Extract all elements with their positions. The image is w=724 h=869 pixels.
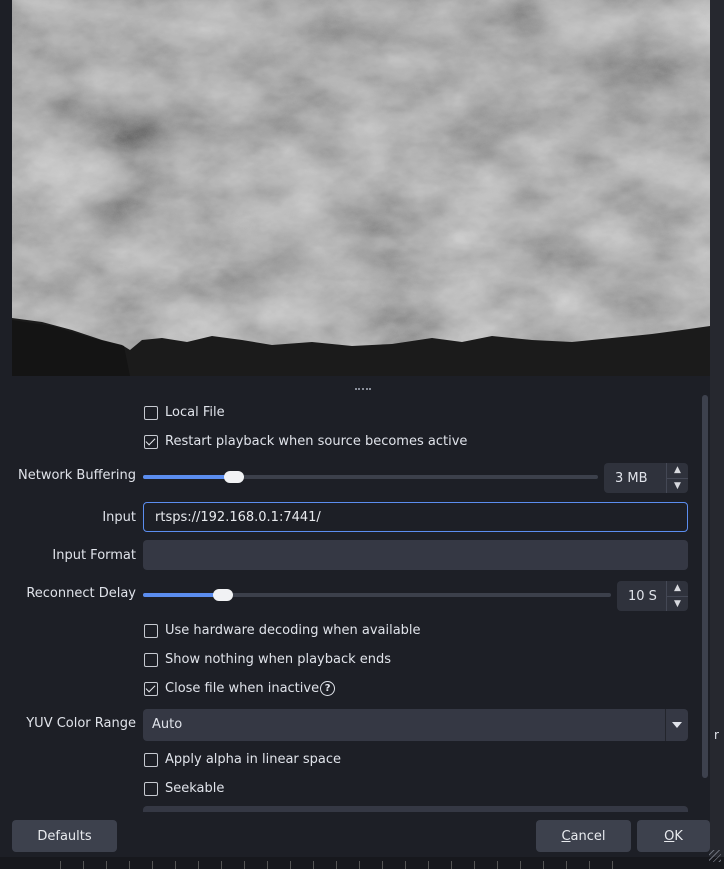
cancel-button-label: Cancel [561, 828, 606, 844]
yuv-color-range-label: YUV Color Range [26, 716, 136, 731]
ok-button[interactable]: OK [637, 820, 710, 852]
checkbox-box[interactable] [144, 681, 158, 696]
checkbox-box[interactable] [144, 434, 158, 449]
reconnect-delay-label: Reconnect Delay [26, 586, 136, 601]
input-format-field[interactable] [143, 540, 688, 570]
background-window-edge: r [710, 0, 724, 869]
background-timeline [0, 857, 724, 869]
reconnect-delay-slider[interactable] [143, 586, 611, 604]
help-circle-icon[interactable]: ? [320, 681, 336, 696]
checkbox-label: Restart playback when source becomes act… [165, 434, 468, 449]
checkbox-label: Close file when inactive [165, 681, 320, 696]
spinbox-value[interactable]: 10 S [617, 589, 666, 604]
input-url-value[interactable]: rtsps://192.168.0.1:7441/ [155, 510, 321, 525]
checkbox-box[interactable] [144, 652, 158, 667]
show-nothing-checkbox[interactable]: Show nothing when playback ends [144, 652, 391, 667]
seekable-checkbox[interactable]: Seekable [144, 781, 224, 796]
checkbox-box[interactable] [144, 781, 158, 796]
slider-handle[interactable] [224, 471, 244, 483]
local-file-checkbox[interactable]: Local File [144, 405, 225, 420]
checkbox-label: Seekable [165, 781, 225, 796]
checkbox-label: Use hardware decoding when available [165, 623, 421, 638]
network-buffering-label: Network Buffering [18, 468, 136, 483]
hw-decoding-checkbox[interactable]: Use hardware decoding when available [144, 623, 421, 638]
checkbox-label: Local File [165, 405, 225, 420]
scrollbar-thumb[interactable] [702, 395, 708, 778]
slider-fill [143, 475, 234, 479]
defaults-button[interactable]: Defaults [12, 820, 117, 852]
alpha-linear-checkbox[interactable]: Apply alpha in linear space [144, 752, 341, 767]
input-url-field[interactable]: rtsps://192.168.0.1:7441/ [143, 502, 688, 532]
network-buffering-slider[interactable] [143, 468, 598, 486]
video-preview [12, 0, 710, 376]
network-buffering-spinbox[interactable]: 3 MB ▲ ▼ [604, 463, 688, 493]
input-label: Input [102, 510, 136, 525]
spinbox-arrows[interactable]: ▲ ▼ [666, 581, 688, 611]
chevron-down-icon[interactable]: ▼ [666, 596, 688, 611]
checkbox-box[interactable] [144, 623, 158, 638]
background-text-fragment: r [714, 728, 719, 742]
checkbox-box[interactable] [144, 405, 158, 420]
spinbox-arrows[interactable]: ▲ ▼ [666, 463, 688, 493]
resize-grip-icon[interactable] [709, 850, 721, 862]
checkbox-label: Show nothing when playback ends [165, 652, 392, 667]
reconnect-delay-spinbox[interactable]: 10 S ▲ ▼ [617, 581, 688, 611]
close-inactive-checkbox[interactable]: Close file when inactive ? [144, 681, 336, 696]
chevron-up-icon[interactable]: ▲ [666, 581, 688, 597]
yuv-color-range-select[interactable]: Auto [143, 709, 688, 741]
timeline-ruler [60, 861, 620, 869]
slider-fill [143, 593, 223, 597]
preview-image [12, 0, 710, 376]
cancel-button[interactable]: Cancel [536, 820, 631, 852]
chevron-down-icon[interactable]: ▼ [666, 478, 688, 493]
input-format-label: Input Format [52, 548, 136, 563]
dropdown-arrow-icon[interactable] [665, 709, 688, 741]
spinbox-value[interactable]: 3 MB [604, 471, 666, 486]
slider-handle[interactable] [213, 589, 233, 601]
select-value[interactable]: Auto [152, 717, 182, 732]
checkbox-box[interactable] [144, 752, 158, 767]
chevron-up-icon[interactable]: ▲ [666, 463, 688, 479]
ok-button-label: OK [664, 828, 683, 844]
restart-playback-checkbox[interactable]: Restart playback when source becomes act… [144, 434, 467, 449]
preview-splitter[interactable] [12, 376, 710, 392]
checkbox-label: Apply alpha in linear space [165, 752, 342, 767]
vertical-scrollbar[interactable] [702, 395, 708, 778]
